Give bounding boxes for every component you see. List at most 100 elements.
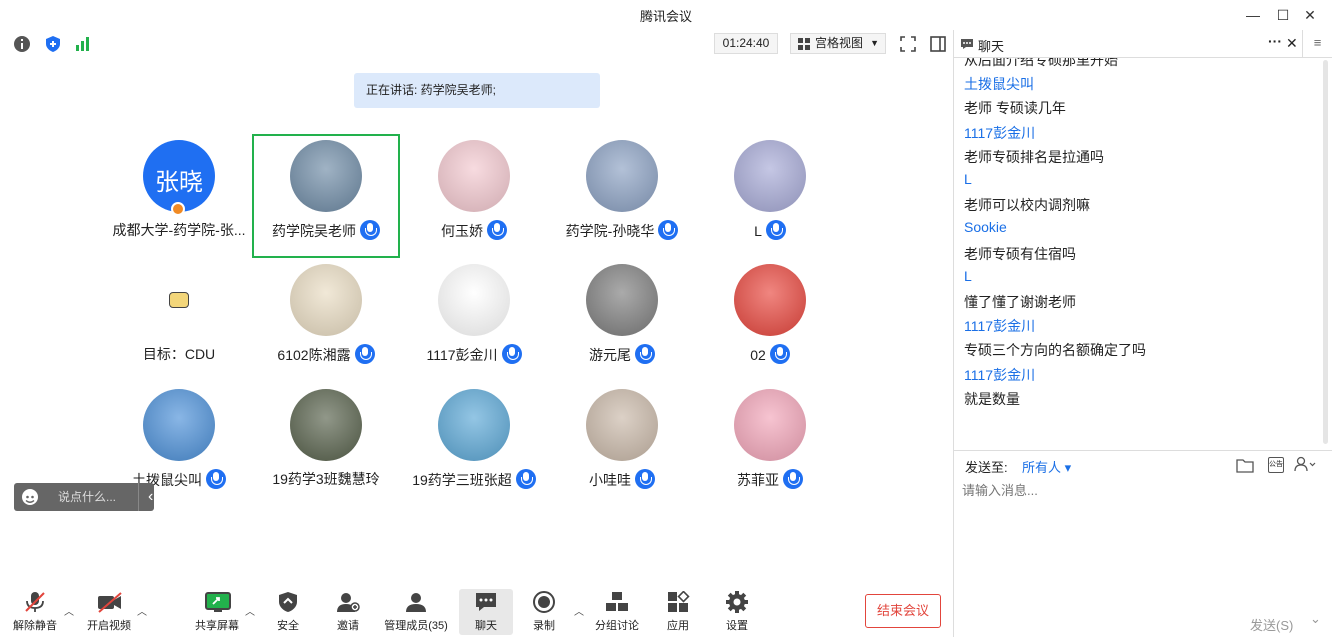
mic-icon [354,344,375,364]
chat-message-text: 老师专硕有住宿吗 [964,245,1076,262]
avatar [586,264,658,336]
send-to-value: 所有人 [1022,460,1062,475]
chevron-up-icon[interactable]: ︿ [64,603,74,618]
participant-tile[interactable]: 小哇哇 [548,383,696,507]
participant-name-text: 苏菲亚 [737,472,779,488]
participant-name: L [696,220,844,240]
chat-title: 聊天 [978,39,1005,54]
chat-message-text: 老师 专硕读几年 [964,100,1066,117]
mic-icon [206,469,226,489]
chat-scrollbar[interactable] [1321,60,1329,450]
participant-tile[interactable]: 苏菲亚 [696,383,844,507]
participant-name: 苏菲亚 [696,469,844,490]
user-icon[interactable] [1294,456,1316,475]
quick-chat-placeholder[interactable]: 说点什么... [58,483,116,511]
more-icon[interactable]: ··· [1268,33,1282,49]
participant-tile[interactable]: 6102陈湘露 [252,258,400,382]
chat-panel: 聊天 ··· ✕ ≡ 从后面介绍专硕那里开始 土拨鼠尖叫 老师 专硕读几年 1117彭… [953,30,1332,637]
close-window-button[interactable]: ✕ [1299,4,1321,26]
participant-name-text: 1117彭金川 [426,347,498,363]
mic-muted-icon [23,591,47,613]
chat-label: 聊天 [475,620,497,632]
small-avatar-icon [169,292,189,308]
menu-icon[interactable]: ≡ [1302,30,1332,58]
manage-members-button[interactable]: 管理成员(35) [380,589,452,635]
participant-tile[interactable]: 药学院-孙晓华 [548,134,696,258]
participant-tile[interactable]: 19药学三班张超 [400,383,548,507]
record-button[interactable]: 录制 [522,589,566,635]
minimize-button[interactable]: — [1242,4,1264,26]
participant-name-text: 小哇哇 [589,472,631,488]
close-chat-icon[interactable]: ✕ [1286,35,1298,52]
chevron-up-icon[interactable]: ︿ [137,603,147,618]
participant-name-text: 19药学三班张超 [412,472,512,488]
participant-tile[interactable]: 药学院吴老师 [252,134,400,258]
chat-bubble-icon [474,591,498,613]
mic-icon [769,344,790,364]
sidebar-toggle-icon[interactable] [928,34,948,54]
participant-tile[interactable]: 张晓 成都大学-药学院-张... [105,134,253,258]
breakout-icon [605,591,629,613]
apps-button[interactable]: 应用 [656,589,700,635]
participant-tile[interactable]: 02 [696,258,844,382]
record-icon [532,591,556,613]
participant-name-text: 成都大学-药学院-张... [112,222,246,238]
send-options-icon[interactable]: ⌄ [1310,611,1321,627]
start-video-button[interactable]: 开启视频 [82,589,136,635]
mic-icon [765,220,786,240]
signal-icon[interactable] [73,34,93,54]
breakout-rooms-button[interactable]: 分组讨论 [592,589,642,635]
participant-name: 成都大学-药学院-张... [105,220,253,240]
participant-tile[interactable]: L [696,134,844,258]
avatar [734,389,806,461]
avatar [438,389,510,461]
fullscreen-icon[interactable] [898,34,918,54]
info-icon[interactable] [12,34,32,54]
video-label: 开启视频 [87,620,131,632]
participant-name-text: 19药学3班魏慧玲 [272,471,380,487]
meeting-timer: 01:24:40 [714,33,778,54]
mic-icon [487,220,507,240]
apps-icon [666,590,690,613]
chat-message-text: 老师专硕排名是拉通吗 [964,148,1104,165]
participant-name: 19药学3班魏慧玲 [252,469,400,489]
maximize-button[interactable]: ☐ [1272,4,1294,26]
chat-sender: L [964,267,972,284]
participant-name-text: 6102陈湘露 [277,347,351,363]
quick-chat-bar[interactable]: 说点什么... ‹ [14,483,154,511]
collapse-icon[interactable]: ‹ [148,483,153,511]
avatar [586,389,658,461]
chevron-up-icon[interactable]: ︿ [574,603,584,618]
view-mode-button[interactable]: 宫格视图 ▼ [790,33,886,54]
send-to-select[interactable]: 所有人 ▾ [1022,457,1071,476]
participant-tile[interactable]: 何玉娇 [400,134,548,258]
participant-tile[interactable]: 游元尾 [548,258,696,382]
mic-icon [635,469,655,489]
settings-button[interactable]: 设置 [715,589,759,635]
participant-tile[interactable]: 目标：CDU [105,258,253,382]
end-meeting-button[interactable]: 结束会议 [865,594,941,628]
file-icon[interactable] [1236,457,1254,476]
invite-button[interactable]: 邀请 [326,589,370,635]
send-button[interactable]: 发送(S) [1250,615,1293,634]
participant-tile[interactable]: 19药学3班魏慧玲 [252,383,400,507]
avatar [438,264,510,336]
chat-message-text: 老师可以校内调剂嘛 [964,197,1090,214]
share-screen-button[interactable]: 共享屏幕 [190,589,244,635]
participant-name: 目标：CDU [105,344,253,364]
emoji-icon[interactable] [22,489,38,505]
shield-icon[interactable] [43,34,63,54]
chat-button[interactable]: 聊天 [459,589,513,635]
mic-icon [360,220,380,240]
participant-name: 游元尾 [548,344,696,365]
chevron-up-icon[interactable]: ︿ [245,603,255,618]
members-label: 管理成员(35) [384,620,448,632]
title-bar: 腾讯会议 — ☐ ✕ [0,0,1332,30]
avatar [290,140,362,212]
chat-input[interactable] [962,479,1322,501]
participant-tile[interactable]: 1117彭金川 [400,258,548,382]
announcement-icon[interactable]: 公告 [1268,457,1284,473]
security-button[interactable]: 安全 [266,589,310,635]
chat-message-text: 专硕三个方向的名额确定了吗 [964,342,1146,359]
unmute-button[interactable]: 解除静音 [8,589,62,635]
